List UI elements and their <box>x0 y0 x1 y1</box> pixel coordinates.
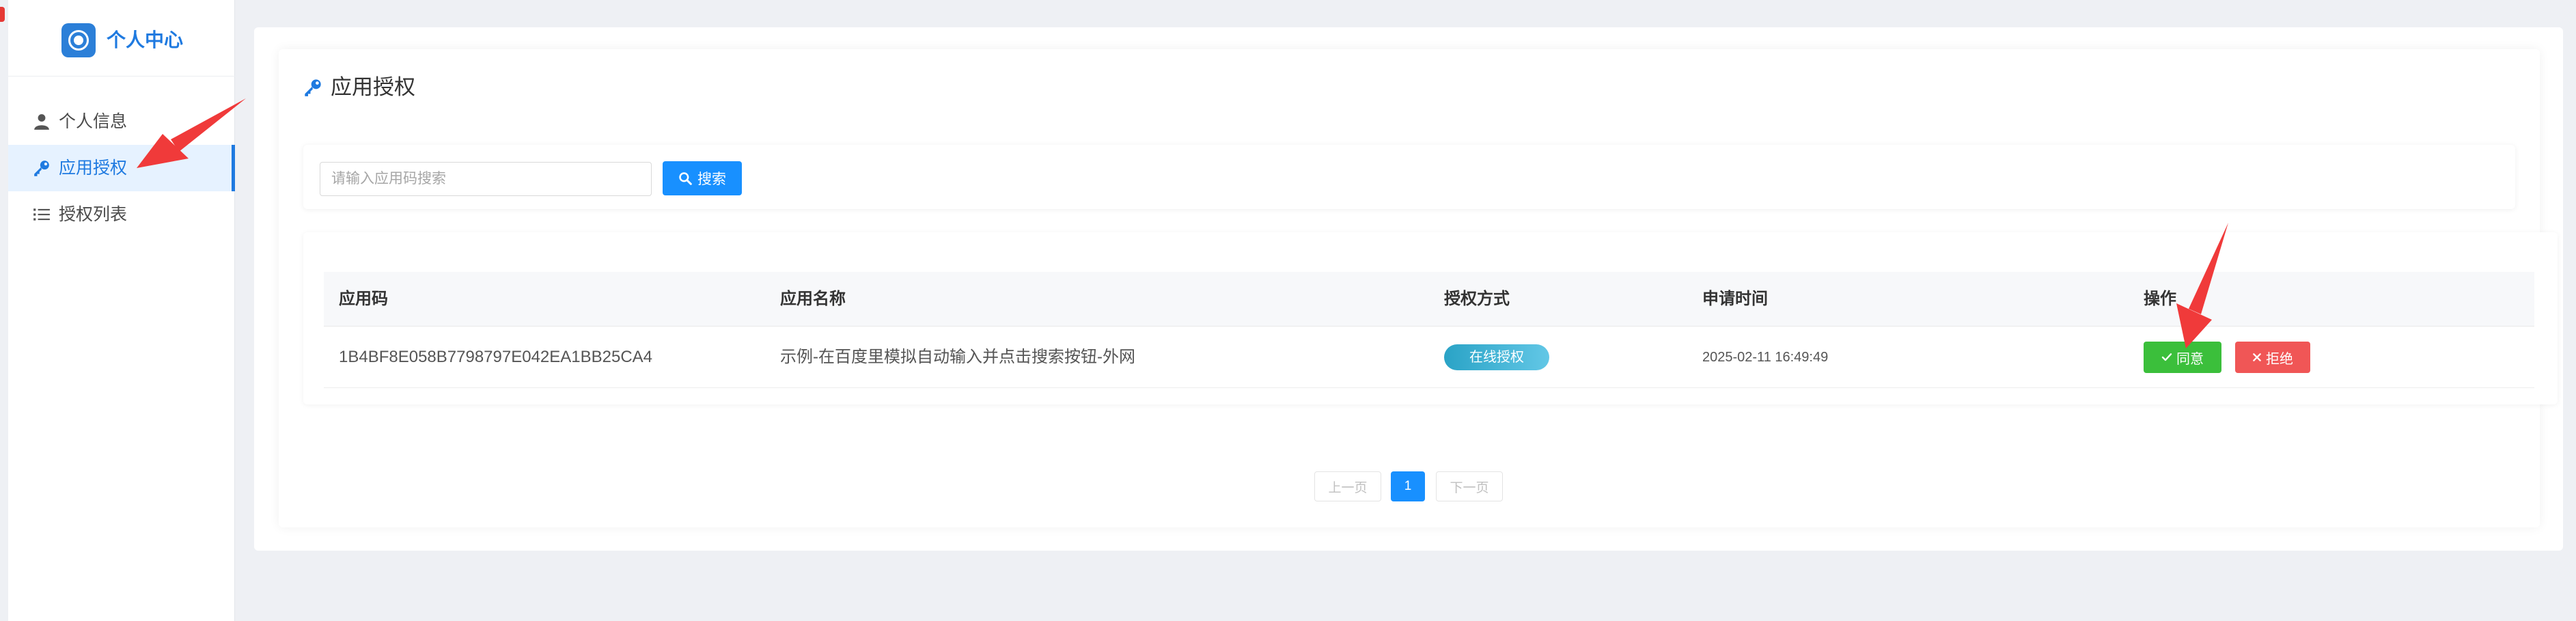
close-icon <box>2253 353 2261 361</box>
column-header-app-name: 应用名称 <box>780 290 846 308</box>
brand-logo-icon <box>61 23 96 57</box>
cell-app-name: 示例-在百度里模拟自动输入并点击搜索按钮-外网 <box>780 348 1135 366</box>
agree-button[interactable]: 同意 <box>2144 342 2221 373</box>
key-icon <box>34 161 49 176</box>
page-title: 应用授权 <box>331 75 415 99</box>
reject-button[interactable]: 拒绝 <box>2235 342 2310 373</box>
column-header-actions: 操作 <box>2144 290 2176 308</box>
key-icon <box>305 79 321 96</box>
brand-title: 个人中心 <box>107 29 184 51</box>
sidebar-item-profile[interactable]: 个人信息 <box>8 98 235 145</box>
pagination-prev-button[interactable]: 上一页 <box>1314 471 1381 501</box>
search-input[interactable] <box>320 162 652 196</box>
sidebar-item-label: 应用授权 <box>59 158 128 178</box>
sidebar-item-label: 个人信息 <box>59 112 128 131</box>
agree-button-label: 同意 <box>2176 351 2204 367</box>
edge-marker <box>0 7 5 22</box>
column-header-auth-method: 授权方式 <box>1444 290 1510 308</box>
pagination-page-button[interactable]: 1 <box>1391 471 1425 501</box>
reject-button-label: 拒绝 <box>2266 351 2293 367</box>
cell-app-code: 1B4BF8E058B7798797E042EA1BB25CA4 <box>339 348 653 366</box>
list-icon <box>33 208 50 221</box>
column-header-app-code: 应用码 <box>339 290 388 308</box>
search-icon <box>679 172 692 185</box>
sidebar: 个人中心 个人信息 应用授权 授权列表 <box>8 0 235 621</box>
auth-method-badge: 在线授权 <box>1444 344 1549 370</box>
column-header-apply-time: 申请时间 <box>1702 290 1768 308</box>
pagination-next-button[interactable]: 下一页 <box>1436 471 1503 501</box>
check-icon <box>2161 353 2172 361</box>
cell-apply-time: 2025-02-11 16:49:49 <box>1702 350 1829 365</box>
search-button[interactable]: 搜索 <box>663 161 742 195</box>
user-icon <box>34 114 49 130</box>
sidebar-brand: 个人中心 <box>8 0 235 77</box>
sidebar-item-authorization-list[interactable]: 授权列表 <box>8 191 235 238</box>
table-header <box>324 272 2534 327</box>
sidebar-item-label: 授权列表 <box>59 205 128 224</box>
sidebar-item-app-authorization[interactable]: 应用授权 <box>8 145 235 191</box>
search-button-label: 搜索 <box>697 171 726 187</box>
